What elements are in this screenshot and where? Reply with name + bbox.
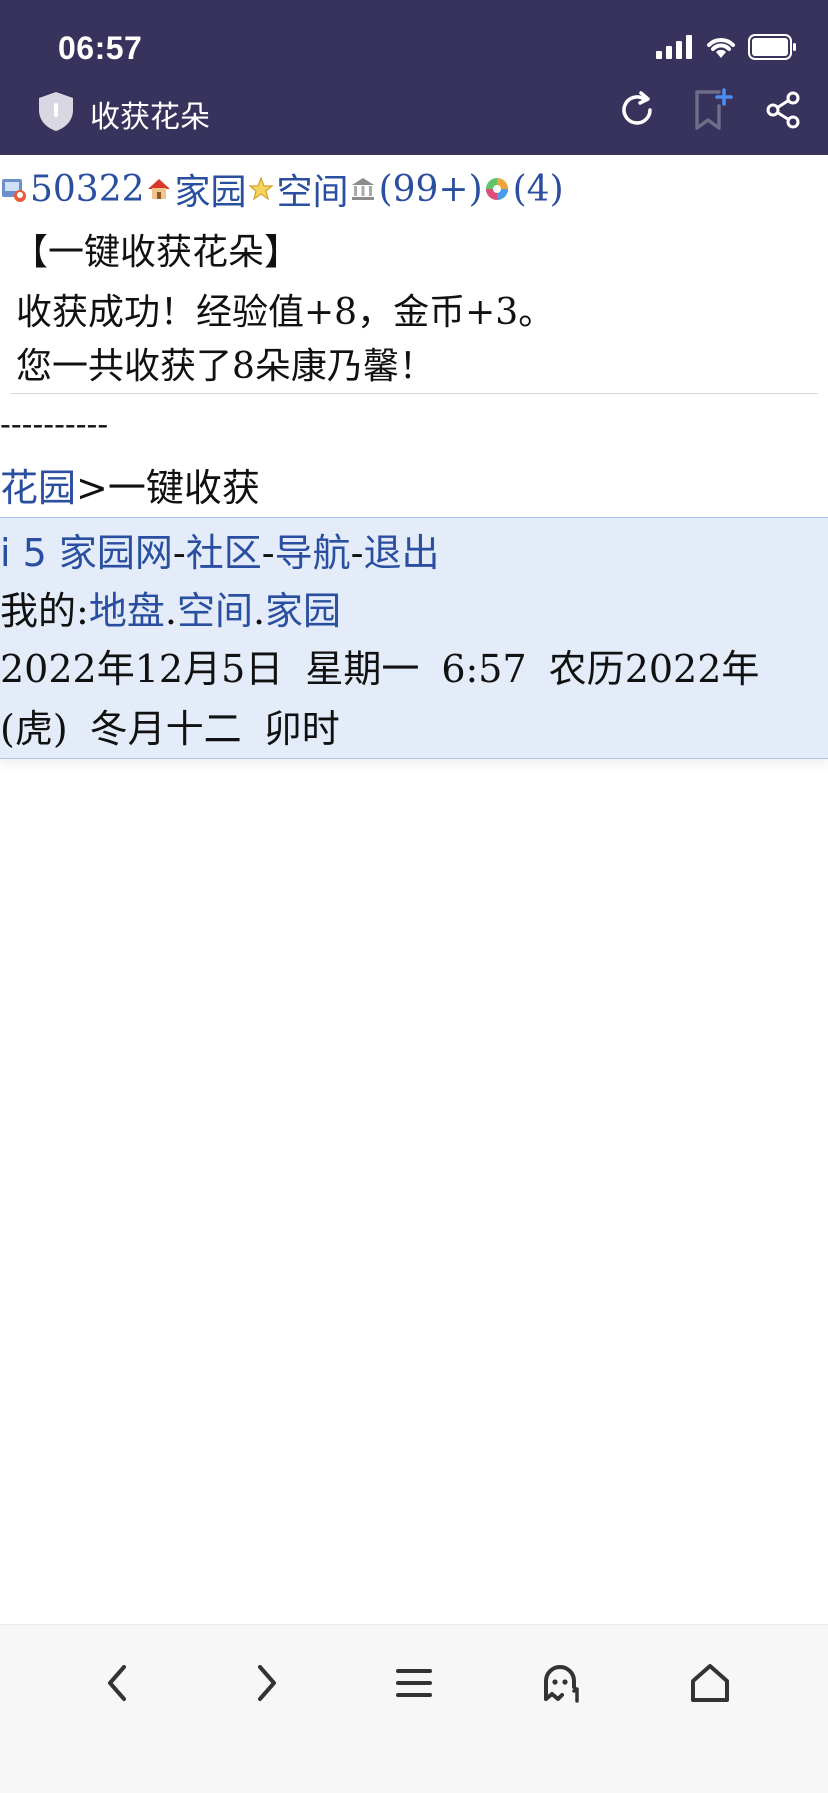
lunar-day: 冬月十二 bbox=[89, 707, 242, 751]
wifi-icon bbox=[707, 38, 735, 58]
forward-icon bbox=[258, 1665, 276, 1701]
navigation-link[interactable]: 导航 bbox=[275, 531, 351, 575]
community-link[interactable]: 社区 bbox=[186, 531, 262, 575]
status-time: 06:57 bbox=[58, 30, 143, 66]
share-button[interactable] bbox=[762, 88, 806, 132]
menu-icon bbox=[396, 1669, 432, 1697]
lunar-label: 农历 bbox=[548, 647, 625, 691]
dot-separator: . bbox=[164, 589, 177, 633]
paren-close: ) bbox=[52, 707, 68, 751]
harvest-total-message: 您一共收获了8朵康乃馨！ bbox=[16, 337, 435, 389]
browser-header: 06:57 收获花朵 bbox=[0, 0, 828, 155]
user-topbar: 50322 家园 空间 (99+) (4) bbox=[0, 163, 564, 215]
space-link[interactable]: 空间 bbox=[277, 163, 349, 215]
back-icon bbox=[108, 1665, 126, 1701]
logout-link[interactable]: 退出 bbox=[363, 531, 439, 575]
date-year: 2022 bbox=[0, 647, 97, 691]
messages-count-link[interactable]: (99+) bbox=[379, 169, 483, 210]
date-day-unit: 日 bbox=[245, 647, 284, 691]
add-bookmark-button[interactable] bbox=[690, 88, 734, 132]
star-icon bbox=[247, 176, 274, 201]
share-icon bbox=[766, 91, 800, 129]
refresh-button[interactable] bbox=[615, 88, 659, 132]
divider bbox=[10, 393, 818, 394]
mine-colon: : bbox=[76, 589, 89, 633]
date-month-unit: 月 bbox=[183, 647, 222, 691]
signal-icon bbox=[656, 35, 692, 59]
breadcrumb-separator: > bbox=[76, 466, 108, 510]
back-button[interactable] bbox=[88, 1653, 148, 1713]
lunar-year: 2022 bbox=[624, 647, 722, 691]
home-button[interactable] bbox=[680, 1653, 740, 1713]
footer-lunar-row: (虎) 冬月十二 卯时 bbox=[0, 698, 340, 753]
shield-icon bbox=[39, 92, 73, 131]
harvest-result-message: 收获成功！经验值+8，金币+3。 bbox=[16, 283, 554, 335]
breadcrumb: 花园>一键收获 bbox=[0, 457, 260, 512]
msg-text: 收获成功！经验值 bbox=[16, 292, 305, 333]
flower-count: 8 bbox=[232, 346, 255, 387]
zodiac: 虎 bbox=[14, 707, 53, 751]
ghost-icon bbox=[544, 1665, 579, 1703]
tabs-button[interactable] bbox=[532, 1653, 592, 1713]
date-day: 5 bbox=[221, 647, 246, 691]
msg-text: 。 bbox=[518, 292, 555, 333]
status-icons bbox=[656, 34, 798, 60]
browser-toolbar bbox=[0, 1624, 828, 1793]
notifications-count-link[interactable]: (4) bbox=[513, 169, 564, 210]
dash-separator: ---------- bbox=[0, 405, 109, 443]
colorwheel-icon bbox=[485, 178, 508, 200]
bank-icon bbox=[351, 178, 374, 200]
footer-separator: - bbox=[261, 531, 275, 575]
page-title: 收获花朵 bbox=[90, 100, 210, 135]
mine-label: 我的 bbox=[0, 589, 77, 633]
user-card-icon bbox=[2, 179, 26, 202]
user-id-link[interactable]: 50322 bbox=[30, 169, 145, 210]
date-year-unit: 年 bbox=[96, 647, 135, 691]
bookmark-add-icon bbox=[695, 88, 733, 130]
clock: 6:57 bbox=[441, 647, 527, 691]
home-icon bbox=[691, 1664, 729, 1702]
footer-mine-row: 我的:地盘.空间.家园 bbox=[0, 580, 341, 635]
paren-open: ( bbox=[0, 707, 15, 751]
menu-button[interactable] bbox=[384, 1653, 444, 1713]
weekday: 星期一 bbox=[305, 647, 420, 691]
msg-text: 您一共收获了 bbox=[16, 346, 233, 387]
forward-button[interactable] bbox=[236, 1653, 296, 1713]
footer-separator: - bbox=[350, 531, 364, 575]
date-month: 12 bbox=[134, 647, 184, 691]
site-footer: i 5 家园网-社区-导航-退出 我的:地盘.空间.家园 2022年12月5日星… bbox=[0, 517, 828, 759]
msg-text: 朵康乃馨！ bbox=[254, 346, 435, 387]
breadcrumb-current: 一键收获 bbox=[107, 466, 260, 510]
lunar-year-unit: 年 bbox=[721, 647, 760, 691]
footer-nav-row: i 5 家园网-社区-导航-退出 bbox=[0, 522, 439, 577]
battery-icon bbox=[748, 34, 796, 60]
refresh-icon bbox=[622, 91, 652, 125]
footer-separator: - bbox=[172, 531, 186, 575]
coin-gain: +3 bbox=[465, 292, 519, 333]
breadcrumb-garden-link[interactable]: 花园 bbox=[0, 466, 76, 510]
exp-gain: +8 bbox=[304, 292, 358, 333]
site-home-link[interactable]: i 5 家园网 bbox=[0, 531, 173, 575]
my-home-link[interactable]: 家园 bbox=[265, 589, 341, 633]
land-link[interactable]: 地盘 bbox=[89, 589, 165, 633]
msg-text: ，金币 bbox=[357, 292, 466, 333]
home-link[interactable]: 家园 bbox=[175, 163, 247, 215]
footer-date-row: 2022年12月5日 星期一 6:57 农历2022年 bbox=[0, 638, 759, 693]
my-space-link[interactable]: 空间 bbox=[177, 589, 253, 633]
dot-separator: . bbox=[252, 589, 266, 633]
header-nav-row: 收获花朵 bbox=[0, 88, 828, 136]
house-icon bbox=[147, 179, 170, 199]
shichen: 卯时 bbox=[263, 707, 340, 751]
page-heading: 【一键收获花朵】 bbox=[12, 232, 301, 273]
